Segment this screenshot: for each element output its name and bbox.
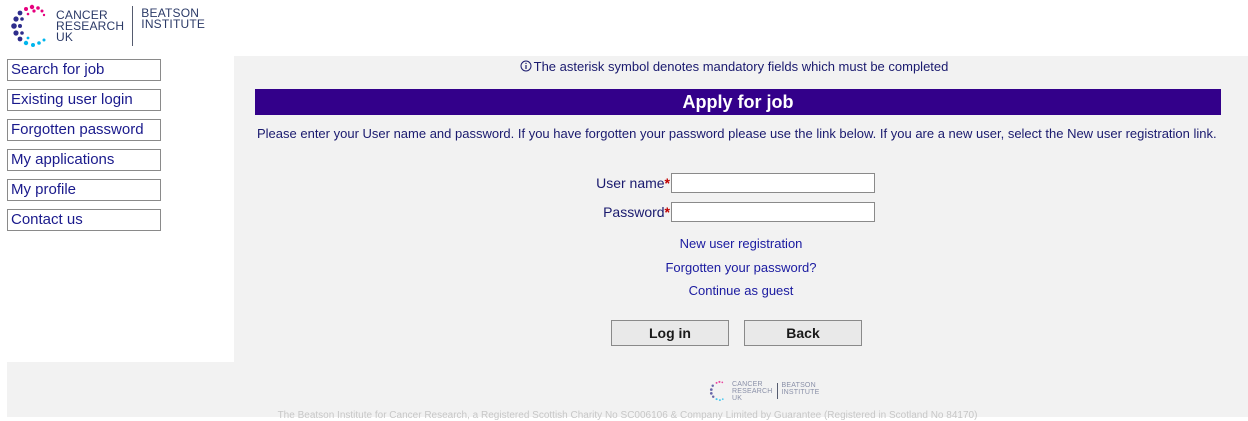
sidebar-item-my-profile[interactable]: My profile — [7, 179, 161, 201]
cru-c-mark-icon — [709, 380, 724, 402]
sidebar-item-my-applications[interactable]: My applications — [7, 149, 161, 171]
password-row: Password* — [234, 202, 1248, 222]
cancer-research-uk-logo[interactable]: CANCER RESEARCH UK BEATSON INSTITUTE — [8, 2, 205, 50]
footer-logo-beatson: BEATSON — [781, 382, 816, 389]
sidebar-item-contact-us[interactable]: Contact us — [7, 209, 161, 231]
info-icon — [520, 60, 532, 72]
footer-logo-uk: UK — [732, 394, 743, 402]
site-header: CANCER RESEARCH UK BEATSON INSTITUTE — [0, 0, 1248, 56]
back-button[interactable]: Back — [744, 320, 862, 346]
page-title: Apply for job — [255, 89, 1221, 115]
logo-cru-text: CANCER RESEARCH UK — [56, 9, 124, 44]
sidebar-item-search-for-job[interactable]: Search for job — [7, 59, 161, 81]
sidebar-nav: Search for job Existing user login Forgo… — [7, 59, 161, 239]
login-panel: The asterisk symbol denotes mandatory fi… — [234, 56, 1248, 362]
password-input[interactable] — [671, 202, 875, 222]
username-row: User name* — [234, 173, 1248, 193]
password-label-text: Password — [603, 204, 665, 220]
logo-beatson-text: BEATSON INSTITUTE — [141, 7, 206, 31]
username-label-text: User name — [596, 175, 665, 191]
new-user-registration-link[interactable]: New user registration — [234, 236, 1248, 251]
site-footer: CANCER RESEARCH UK BEATSON INSTITUTE The… — [7, 362, 1248, 421]
logo-uk-text: UK — [56, 29, 74, 44]
password-label: Password* — [470, 202, 670, 222]
logo-divider — [132, 6, 134, 46]
username-label: User name* — [470, 173, 670, 193]
username-input[interactable] — [671, 173, 875, 193]
sidebar-item-forgotten-password[interactable]: Forgotten password — [7, 119, 161, 141]
footer-logo-cru-text: CANCER RESEARCH UK — [732, 381, 773, 402]
footer-logo-divider — [776, 383, 778, 399]
login-button[interactable]: Log in — [611, 320, 729, 346]
mandatory-fields-note: The asterisk symbol denotes mandatory fi… — [234, 59, 1234, 74]
required-marker: * — [664, 204, 670, 220]
logo-institute-label: INSTITUTE — [141, 17, 206, 31]
mandatory-fields-text: The asterisk symbol denotes mandatory fi… — [533, 59, 949, 74]
login-instructions: Please enter your User name and password… — [257, 126, 1217, 141]
footer-logo-research: RESEARCH — [732, 387, 773, 395]
footer-legal-text: The Beatson Institute for Cancer Researc… — [277, 410, 978, 421]
required-marker: * — [664, 175, 670, 191]
footer-logo-institute: INSTITUTE — [781, 389, 820, 396]
sidebar-item-existing-user-login[interactable]: Existing user login — [7, 89, 161, 111]
footer-logo-beatson-text: BEATSON INSTITUTE — [782, 382, 820, 396]
cru-c-mark-icon — [11, 4, 46, 47]
footer-logo: CANCER RESEARCH UK BEATSON INSTITUTE — [707, 380, 819, 402]
forgotten-password-link[interactable]: Forgotten your password? — [234, 260, 1248, 275]
footer-logo-cancer: CANCER — [732, 380, 763, 388]
continue-as-guest-link[interactable]: Continue as guest — [234, 283, 1248, 298]
